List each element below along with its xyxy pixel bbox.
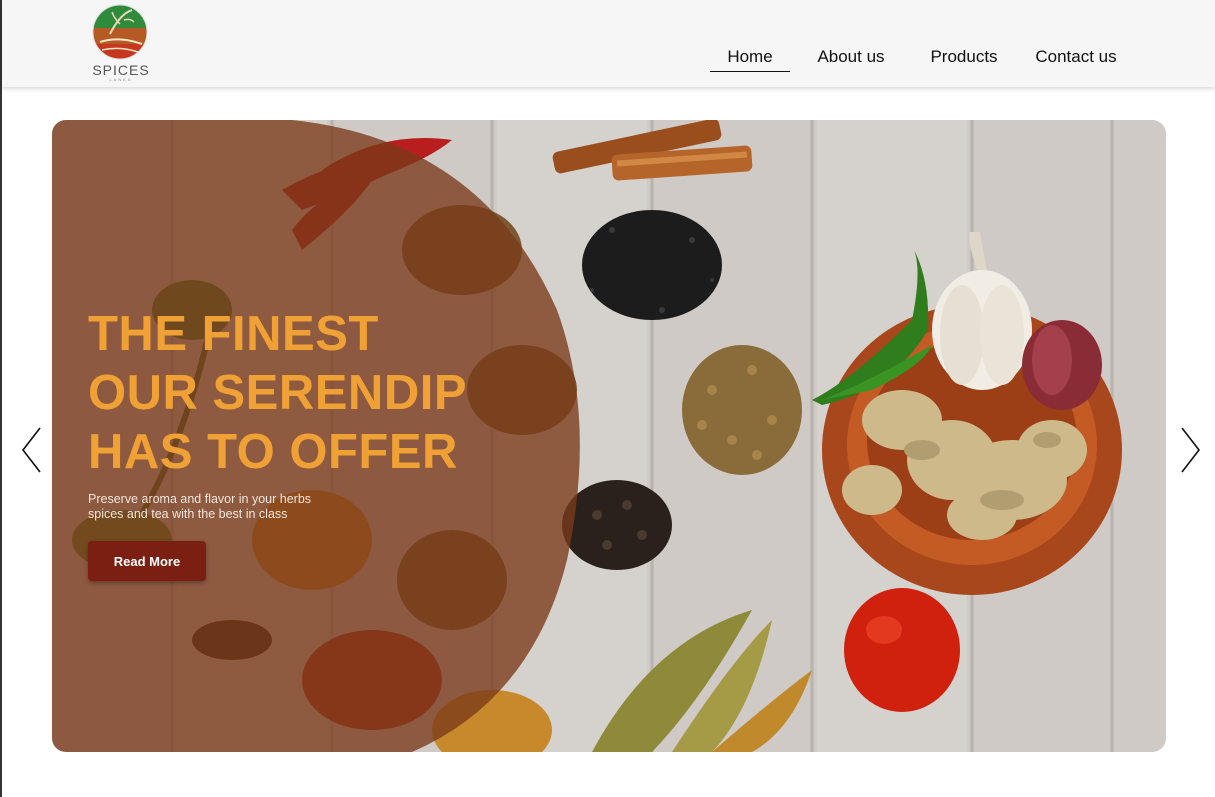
brand-name: SPICES: [92, 62, 150, 78]
headline-line-3: HAS TO OFFER: [88, 425, 458, 479]
hero-subtext: Preserve aroma and flavor in your herbs …: [88, 492, 312, 521]
logo[interactable]: SPICES LANKA: [86, 4, 156, 82]
headline-line-1: THE FINEST: [88, 307, 379, 361]
headline-line-2: OUR SERENDIP: [88, 366, 468, 420]
hero-headline: THE FINEST OUR SERENDIP HAS TO OFFER: [88, 305, 508, 482]
nav-home[interactable]: Home: [710, 46, 790, 72]
chevron-right-icon[interactable]: [1178, 426, 1202, 474]
nav-about-us[interactable]: About us: [812, 46, 890, 72]
spice-logo-icon: [92, 4, 148, 60]
read-more-button[interactable]: Read More: [88, 541, 206, 581]
brand-tagline: LANKA: [109, 77, 133, 82]
nav-products[interactable]: Products: [924, 46, 1004, 72]
nav-contact-us[interactable]: Contact us: [1032, 46, 1120, 72]
site-header: SPICES LANKA Home About us Products Cont…: [2, 0, 1215, 87]
hero-carousel: THE FINEST OUR SERENDIP HAS TO OFFER Pre…: [52, 120, 1166, 752]
chevron-left-icon[interactable]: [20, 426, 44, 474]
